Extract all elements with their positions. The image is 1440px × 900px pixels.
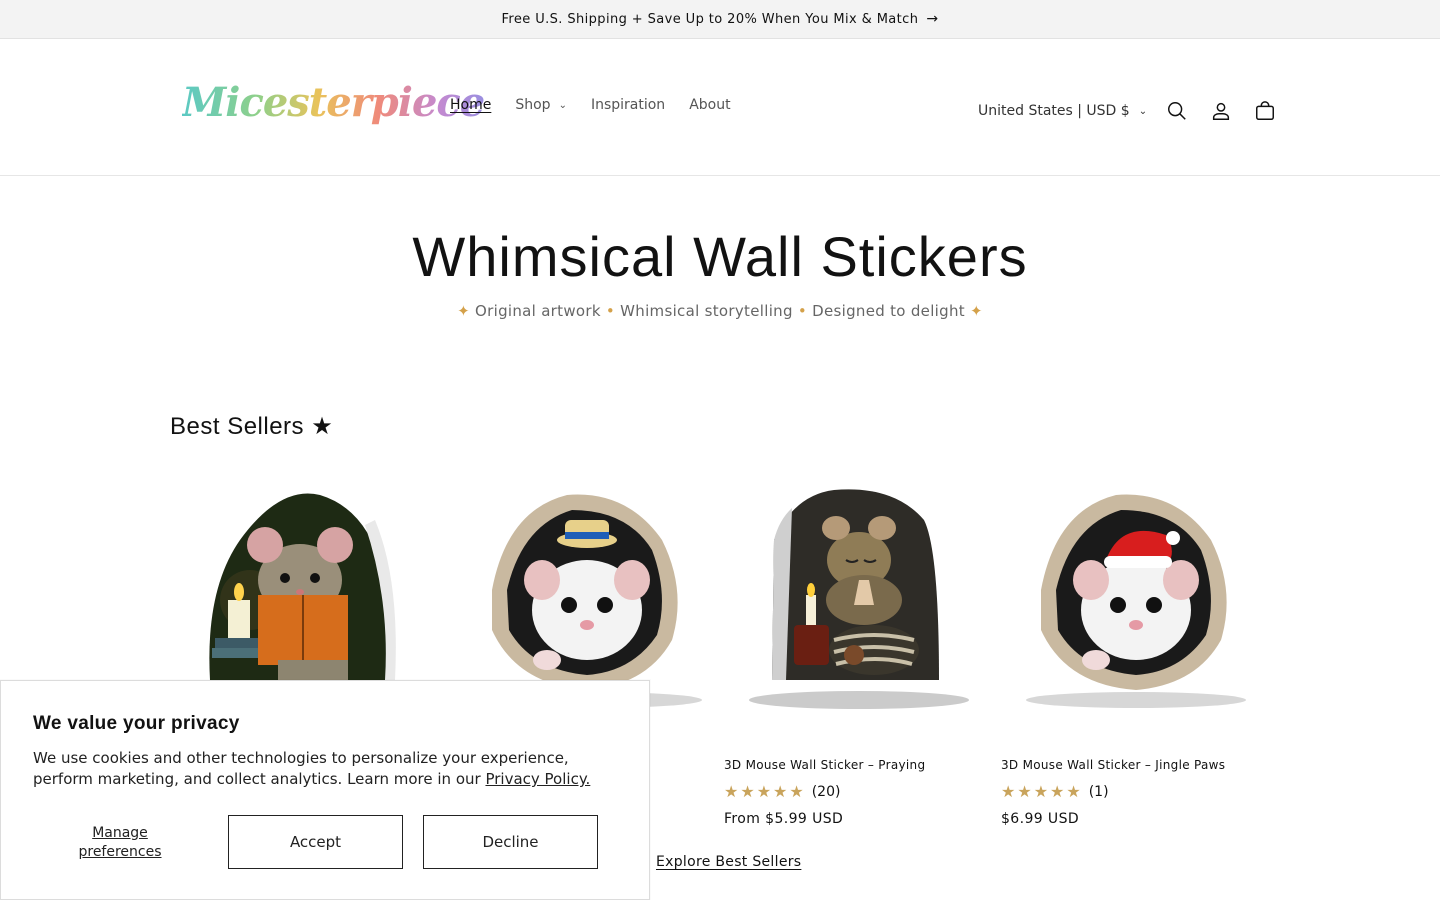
chevron-down-icon: ⌄ [1138, 105, 1148, 117]
nav-item-label: Shop [515, 97, 551, 113]
privacy-policy-link[interactable]: Privacy Policy. [485, 770, 590, 788]
nav-item-shop[interactable]: Shop ⌄ [515, 97, 567, 113]
product-name[interactable]: 3D Mouse Wall Sticker – Jingle Paws [1001, 758, 1225, 772]
account-icon[interactable] [1199, 89, 1243, 133]
sparkle-icon: ✦ [457, 302, 470, 320]
announcement-text[interactable]: Free U.S. Shipping + Save Up to 20% When… [501, 12, 918, 27]
subtitle-part: Whimsical storytelling [620, 302, 793, 320]
subtitle-part: Original artwork [475, 302, 601, 320]
main-nav: Home Shop ⌄ Inspiration About [450, 97, 755, 113]
search-icon[interactable] [1155, 89, 1199, 133]
nav-item-home[interactable]: Home [450, 97, 491, 113]
review-count: (20) [811, 783, 841, 800]
product-card[interactable]: 3D Mouse Wall Sticker – Jingle Paws ★★★★… [1001, 480, 1263, 827]
sparkle-icon: ✦ [970, 302, 983, 320]
dot-separator: • [605, 302, 616, 320]
subtitle-part: Designed to delight [812, 302, 965, 320]
product-name[interactable]: 3D Mouse Wall Sticker – Praying [724, 758, 925, 772]
star-rating-icon: ★★★★★ [1001, 782, 1083, 801]
decline-button[interactable]: Decline [423, 815, 598, 869]
dot-separator: • [797, 302, 808, 320]
nav-item-label: About [689, 97, 731, 113]
manage-preferences-link[interactable]: Manage preferences [71, 824, 169, 862]
cookie-body: We use cookies and other technologies to… [33, 748, 633, 790]
nav-item-label: Inspiration [590, 97, 666, 113]
best-sellers-title: Best Sellers ★ [170, 413, 334, 440]
nav-item-inspiration[interactable]: Inspiration [591, 97, 665, 113]
product-rating: ★★★★★ (1) [1001, 782, 1109, 801]
chevron-down-icon: ⌄ [558, 99, 567, 111]
hero-subtitle: ✦ Original artwork • Whimsical storytell… [0, 302, 1440, 320]
accept-button[interactable]: Accept [228, 815, 403, 869]
site-header: Micesterpiece Home Shop ⌄ Inspiration Ab… [0, 39, 1440, 176]
cookie-title: We value your privacy [33, 713, 240, 734]
product-card[interactable]: 3D Mouse Wall Sticker – Praying ★★★★★ (2… [724, 480, 986, 827]
explore-best-sellers-link[interactable]: Explore Best Sellers [656, 854, 801, 870]
star-rating-icon: ★★★★★ [724, 782, 806, 801]
product-rating: ★★★★★ (20) [724, 782, 840, 801]
cookie-banner: We value your privacy We use cookies and… [0, 680, 650, 900]
product-price: From $5.99 USD [724, 811, 844, 827]
announcement-bar[interactable]: Free U.S. Shipping + Save Up to 20% When… [0, 0, 1440, 39]
product-image[interactable] [724, 480, 986, 720]
product-price: $6.99 USD [1001, 811, 1080, 827]
review-count: (1) [1088, 783, 1109, 800]
nav-item-about[interactable]: About [689, 97, 730, 113]
header-actions: United States | USD $ ⌄ [978, 89, 1287, 133]
locale-label: United States | USD $ [978, 103, 1130, 119]
product-image[interactable] [1001, 480, 1263, 720]
locale-selector[interactable]: United States | USD $ ⌄ [978, 103, 1147, 119]
logo[interactable]: Micesterpiece [182, 79, 485, 126]
cart-icon[interactable] [1243, 89, 1287, 133]
hero-title: Whimsical Wall Stickers [412, 225, 1028, 288]
nav-item-label: Home [450, 97, 492, 113]
arrow-right-icon: → [926, 11, 939, 27]
